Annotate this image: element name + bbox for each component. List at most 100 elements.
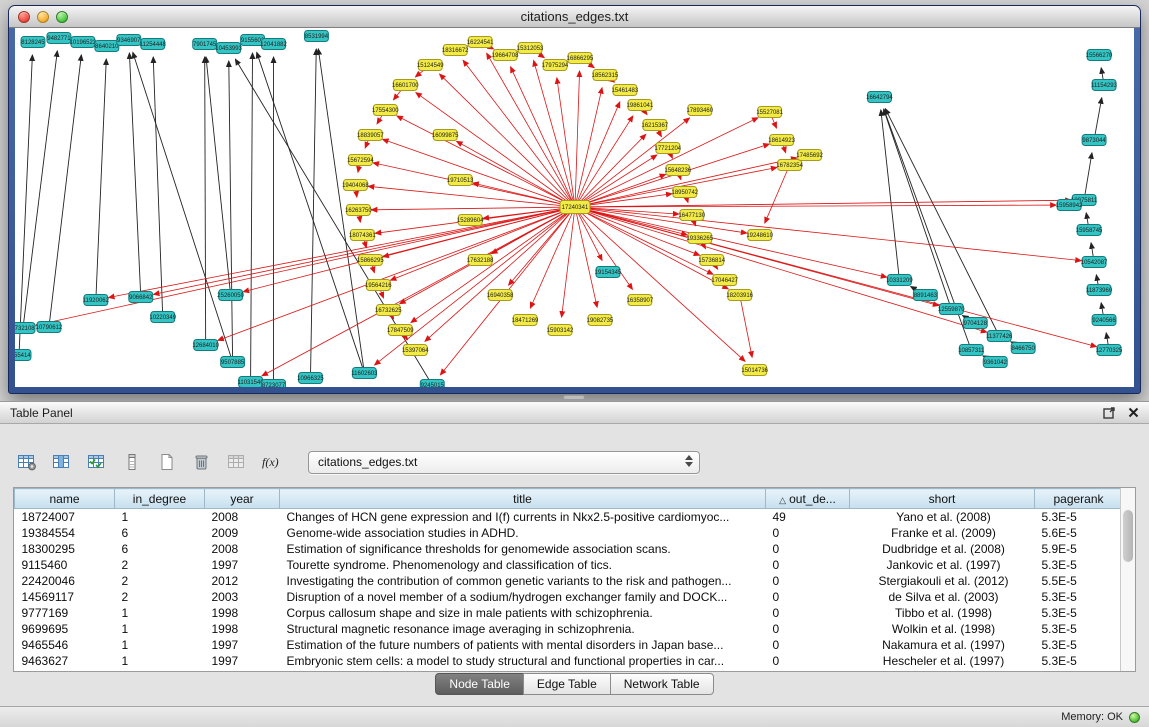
- citation-edge-black[interactable]: [1106, 333, 1108, 344]
- graph-node[interactable]: 16358907: [627, 295, 654, 306]
- citation-edge-black[interactable]: [881, 110, 899, 274]
- graph-node[interactable]: 16940358: [487, 290, 514, 301]
- graph-node[interactable]: 19861041: [627, 100, 654, 111]
- graph-node[interactable]: 8466750: [1011, 343, 1035, 354]
- graph-node[interactable]: 19664708: [492, 50, 519, 61]
- memory-status-icon[interactable]: [1129, 712, 1140, 723]
- graph-node[interactable]: 18471269: [512, 315, 539, 326]
- graph-node[interactable]: 17046427: [711, 275, 738, 286]
- window-titlebar[interactable]: citations_edges.txt: [9, 6, 1140, 28]
- column-selector-icon[interactable]: [119, 449, 145, 475]
- graph-hub-node[interactable]: 17240341: [560, 201, 590, 214]
- delete-table-icon[interactable]: [189, 449, 215, 475]
- citation-edge-red[interactable]: [562, 213, 575, 317]
- graph-node[interactable]: 17893460: [686, 105, 713, 116]
- minimize-window-button[interactable]: [37, 11, 49, 23]
- citation-edge-red[interactable]: [358, 166, 359, 172]
- graph-node[interactable]: 17554300: [372, 105, 399, 116]
- citation-edge-black[interactable]: [311, 49, 317, 372]
- graph-node[interactable]: 18562315: [592, 70, 619, 81]
- citation-edge-red[interactable]: [581, 208, 1081, 261]
- float-panel-icon[interactable]: [1103, 406, 1116, 419]
- graph-node[interactable]: 17485692: [796, 150, 823, 161]
- graph-node[interactable]: 10790612: [36, 322, 63, 333]
- graph-node[interactable]: 15648236: [665, 165, 692, 176]
- graph-node[interactable]: 19564216: [365, 280, 392, 291]
- citation-edge-red[interactable]: [411, 210, 570, 322]
- citation-edge-black[interactable]: [205, 57, 206, 339]
- citation-edge-red[interactable]: [368, 186, 569, 206]
- graph-node[interactable]: 8640210: [95, 41, 119, 52]
- combobox-stepper-icon[interactable]: [685, 455, 693, 467]
- citation-edge-red[interactable]: [109, 208, 570, 297]
- graph-node[interactable]: 9240566: [1092, 315, 1116, 326]
- graph-node[interactable]: 15397064: [402, 345, 429, 356]
- graph-node[interactable]: 18950742: [671, 187, 698, 198]
- graph-node[interactable]: 16099875: [432, 130, 459, 141]
- graph-node[interactable]: 10857311: [958, 345, 985, 356]
- graph-node[interactable]: 15736814: [698, 255, 725, 266]
- function-builder-icon[interactable]: f(x): [259, 449, 285, 475]
- graph-node[interactable]: 10220349: [149, 312, 176, 323]
- graph-node[interactable]: 10966325: [297, 373, 324, 384]
- graph-node[interactable]: 10542087: [1081, 257, 1108, 268]
- graph-node[interactable]: 9732108: [15, 323, 35, 334]
- graph-node[interactable]: 10331209: [886, 275, 913, 286]
- citation-edge-black[interactable]: [24, 51, 58, 322]
- citation-edge-black[interactable]: [885, 109, 996, 331]
- citation-edge-black[interactable]: [1085, 153, 1092, 194]
- graph-node[interactable]: 9482771: [47, 33, 71, 44]
- citation-edge-red[interactable]: [772, 118, 777, 129]
- citation-edge-red[interactable]: [359, 216, 360, 222]
- graph-node[interactable]: 15866295: [357, 255, 384, 266]
- graph-node[interactable]: 25260050: [217, 290, 244, 301]
- graph-node[interactable]: 15014736: [741, 365, 768, 376]
- graph-node[interactable]: 8255414: [15, 350, 31, 361]
- column-header-name[interactable]: name: [15, 489, 115, 509]
- citation-edge-red[interactable]: [670, 153, 672, 158]
- citation-edge-red[interactable]: [356, 191, 357, 197]
- citation-edge-red[interactable]: [581, 209, 987, 332]
- tab-network-table[interactable]: Network Table: [610, 673, 714, 695]
- column-header-pagerank[interactable]: pagerank: [1035, 489, 1123, 509]
- table-row[interactable]: 1456911722003Disruption of a novel membe…: [15, 589, 1123, 605]
- graph-node[interactable]: 9245015: [420, 380, 444, 388]
- import-table-icon[interactable]: [224, 449, 250, 475]
- graph-node[interactable]: 11154293: [1091, 80, 1117, 91]
- graph-node[interactable]: 19248610: [746, 230, 773, 241]
- graph-node[interactable]: 18839057: [357, 130, 384, 141]
- table-row[interactable]: 2242004622012Investigating the contribut…: [15, 573, 1123, 589]
- citation-edge-red[interactable]: [741, 301, 752, 357]
- citation-edge-red[interactable]: [381, 291, 384, 298]
- close-panel-icon[interactable]: [1128, 407, 1139, 418]
- citation-edge-red[interactable]: [557, 78, 574, 201]
- column-header-short[interactable]: short: [850, 489, 1035, 509]
- citation-edge-red[interactable]: [576, 213, 597, 307]
- graph-node[interactable]: 11602603: [351, 368, 378, 379]
- citation-edge-red[interactable]: [581, 209, 939, 306]
- citation-edge-red[interactable]: [377, 115, 382, 124]
- graph-node[interactable]: 15461483: [612, 85, 639, 96]
- citation-edge-black[interactable]: [1101, 303, 1103, 314]
- graph-node[interactable]: 9507885: [221, 357, 245, 368]
- graph-node[interactable]: 12041882: [260, 39, 287, 50]
- citation-edge-red[interactable]: [765, 171, 787, 224]
- graph-node[interactable]: 9346907: [117, 35, 141, 46]
- graph-node[interactable]: 16601700: [392, 80, 419, 91]
- citation-edge-red[interactable]: [457, 141, 570, 204]
- graph-node[interactable]: 16782354: [776, 160, 803, 171]
- graph-node[interactable]: 16732625: [375, 305, 402, 316]
- split-pane-divider[interactable]: [563, 395, 585, 400]
- citation-edge-red[interactable]: [577, 102, 619, 202]
- graph-node[interactable]: 8891463: [913, 290, 937, 301]
- graph-node[interactable]: 19154345: [595, 267, 622, 278]
- citation-edge-red[interactable]: [783, 146, 785, 153]
- citation-edge-red[interactable]: [680, 176, 681, 180]
- new-table-icon[interactable]: [154, 449, 180, 475]
- graph-node[interactable]: 12770325: [1096, 345, 1123, 356]
- graph-node[interactable]: 15312053: [517, 43, 544, 54]
- citation-edge-red[interactable]: [487, 53, 572, 202]
- graph-node[interactable]: 9361042: [983, 357, 1007, 368]
- table-mode-icon[interactable]: [14, 449, 40, 475]
- tab-node-table[interactable]: Node Table: [435, 673, 524, 695]
